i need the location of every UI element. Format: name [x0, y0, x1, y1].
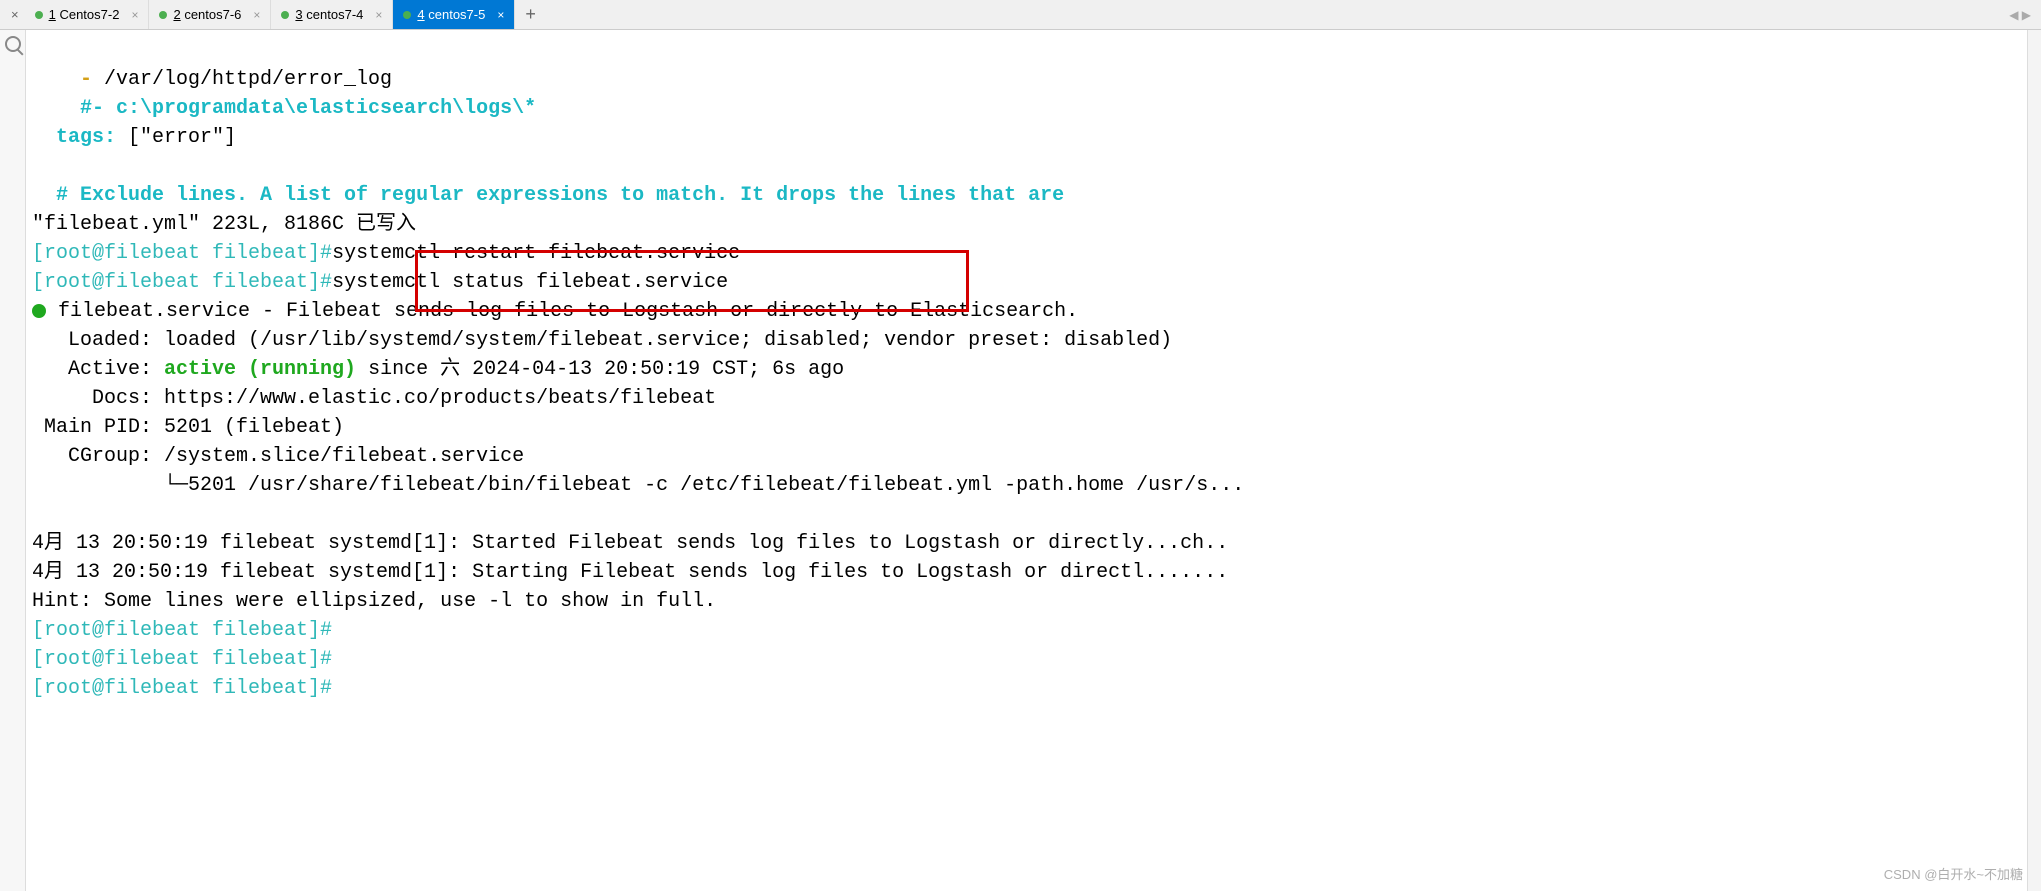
left-gutter [0, 30, 26, 891]
yaml-key: tags: [32, 126, 128, 149]
service-active-since: since 六 2024-04-13 20:50:19 CST; 6s ago [356, 358, 844, 381]
service-title: filebeat.service - Filebeat sends log fi… [46, 300, 1078, 323]
service-status-dot-icon [32, 304, 46, 318]
yaml-value: ["error"] [128, 126, 236, 149]
service-cgroup: CGroup: /system.slice/filebeat.service [32, 445, 524, 468]
close-icon[interactable]: × [375, 8, 382, 22]
shell-prompt: [root@filebeat filebeat]# [32, 677, 332, 700]
shell-command: systemctl restart filebeat.service [332, 242, 740, 265]
tab-label: centos7-5 [428, 7, 485, 22]
journal-line: 4月 13 20:50:19 filebeat systemd[1]: Star… [32, 532, 1228, 555]
tab-label: centos7-6 [184, 7, 241, 22]
tab-1[interactable]: 1 Centos7-2 × [25, 0, 150, 29]
status-dot-icon [281, 11, 289, 19]
scrollbar[interactable] [2027, 30, 2041, 891]
yaml-comment: # Exclude lines. A list of regular expre… [32, 184, 1064, 207]
add-tab-button[interactable]: + [515, 4, 546, 25]
tab-4-active[interactable]: 4 centos7-5 × [393, 0, 515, 29]
close-icon[interactable]: × [497, 8, 504, 22]
close-icon[interactable]: × [131, 8, 138, 22]
service-active-status: active (running) [164, 358, 356, 381]
yaml-path: /var/log/httpd/error_log [104, 68, 392, 91]
tab-number: 2 [173, 7, 180, 22]
service-docs: Docs: https://www.elastic.co/products/be… [32, 387, 716, 410]
terminal-output[interactable]: - /var/log/httpd/error_log #- c:\program… [26, 30, 2041, 891]
tab-nav-arrows[interactable]: ◀ ▶ [1999, 8, 2041, 22]
journal-line: 4月 13 20:50:19 filebeat systemd[1]: Star… [32, 561, 1228, 584]
status-dot-icon [159, 11, 167, 19]
yaml-dash: - [32, 68, 104, 91]
tab-label: Centos7-2 [59, 7, 119, 22]
tab-bar: × 1 Centos7-2 × 2 centos7-6 × 3 centos7-… [0, 0, 2041, 30]
shell-prompt: [root@filebeat filebeat]# [32, 271, 332, 294]
tab-number: 3 [295, 7, 302, 22]
tab-label: centos7-4 [306, 7, 363, 22]
shell-prompt: [root@filebeat filebeat]# [32, 242, 332, 265]
service-active-label: Active: [32, 358, 164, 381]
tab-2[interactable]: 2 centos7-6 × [149, 0, 271, 29]
close-icon[interactable]: × [253, 8, 260, 22]
search-icon[interactable] [5, 36, 21, 52]
hint-line: Hint: Some lines were ellipsized, use -l… [32, 590, 716, 613]
status-dot-icon [403, 11, 411, 19]
vim-status: "filebeat.yml" 223L, 8186C 已写入 [32, 213, 416, 236]
service-cgroup-proc: └─5201 /usr/share/filebeat/bin/filebeat … [32, 474, 1244, 497]
tab-number: 4 [417, 7, 424, 22]
service-loaded: Loaded: loaded (/usr/lib/systemd/system/… [32, 329, 1172, 352]
yaml-comment: #- c:\programdata\elasticsearch\logs\* [32, 97, 536, 120]
watermark: CSDN @白开水~不加糖 [1884, 864, 2023, 883]
tab-number: 1 [49, 7, 56, 22]
status-dot-icon [35, 11, 43, 19]
shell-command: systemctl status filebeat.service [332, 271, 728, 294]
service-pid: Main PID: 5201 (filebeat) [32, 416, 344, 439]
tab-3[interactable]: 3 centos7-4 × [271, 0, 393, 29]
close-panel-icon[interactable]: × [5, 7, 25, 22]
shell-prompt: [root@filebeat filebeat]# [32, 648, 332, 671]
shell-prompt: [root@filebeat filebeat]# [32, 619, 332, 642]
